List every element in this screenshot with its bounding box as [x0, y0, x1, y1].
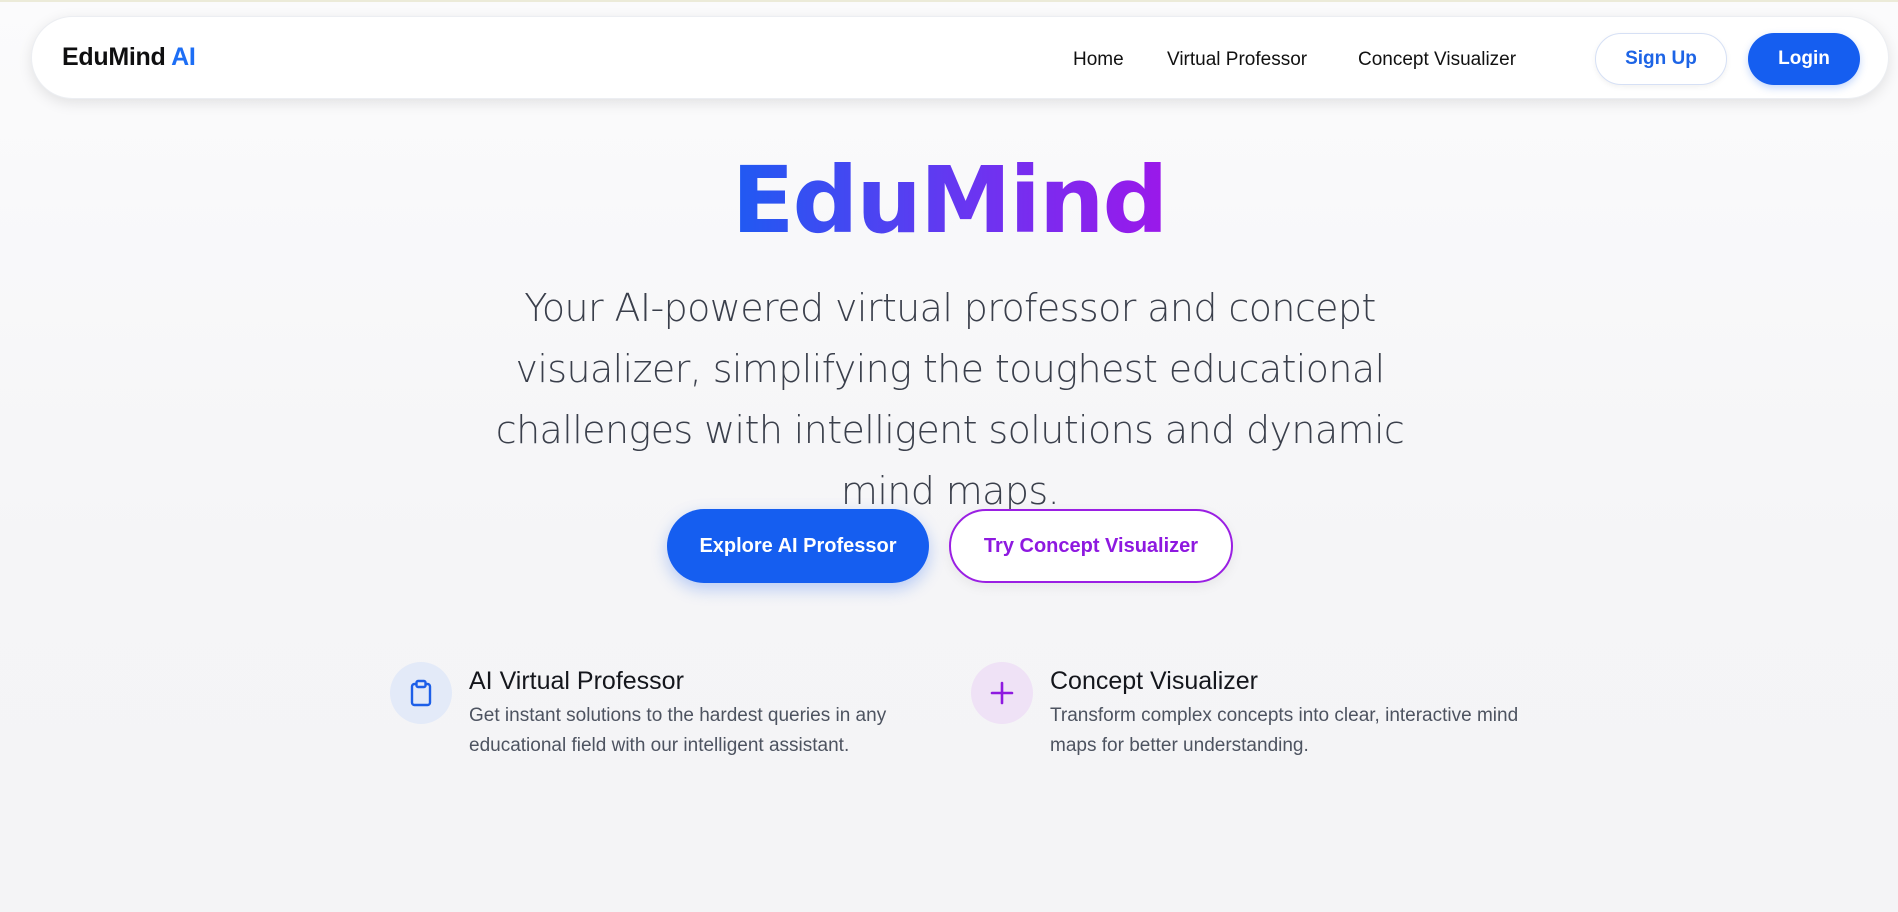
clipboard-icon [390, 662, 452, 724]
explore-ai-professor-button[interactable]: Explore AI Professor [667, 509, 929, 583]
nav-link-home[interactable]: Home [1073, 49, 1124, 71]
brand-suffix: AI [171, 43, 196, 71]
brand-name: EduMind [62, 43, 166, 71]
nav-link-virtual-professor[interactable]: Virtual Professor [1167, 49, 1307, 71]
hero-title: EduMind [0, 150, 1898, 251]
sign-up-button[interactable]: Sign Up [1595, 33, 1727, 85]
top-border-line [0, 0, 1898, 2]
feature-description: Get instant solutions to the hardest que… [469, 705, 887, 756]
nav-link-concept-visualizer[interactable]: Concept Visualizer [1358, 49, 1516, 71]
hero-title-text: EduMind [731, 147, 1169, 254]
brand-logo[interactable]: EduMind AI [62, 43, 196, 72]
feature-description: Transform complex concepts into clear, i… [1050, 705, 1519, 756]
feature-title: AI Virtual Professor [469, 667, 684, 695]
hero-subtitle: Your AI-powered virtual professor and co… [495, 286, 1405, 513]
navbar: EduMind AI Home Virtual Professor Concep… [31, 16, 1889, 99]
login-button[interactable]: Login [1748, 33, 1860, 85]
try-concept-visualizer-button[interactable]: Try Concept Visualizer [949, 509, 1233, 583]
feature-title: Concept Visualizer [1050, 667, 1258, 695]
plus-icon [971, 662, 1033, 724]
